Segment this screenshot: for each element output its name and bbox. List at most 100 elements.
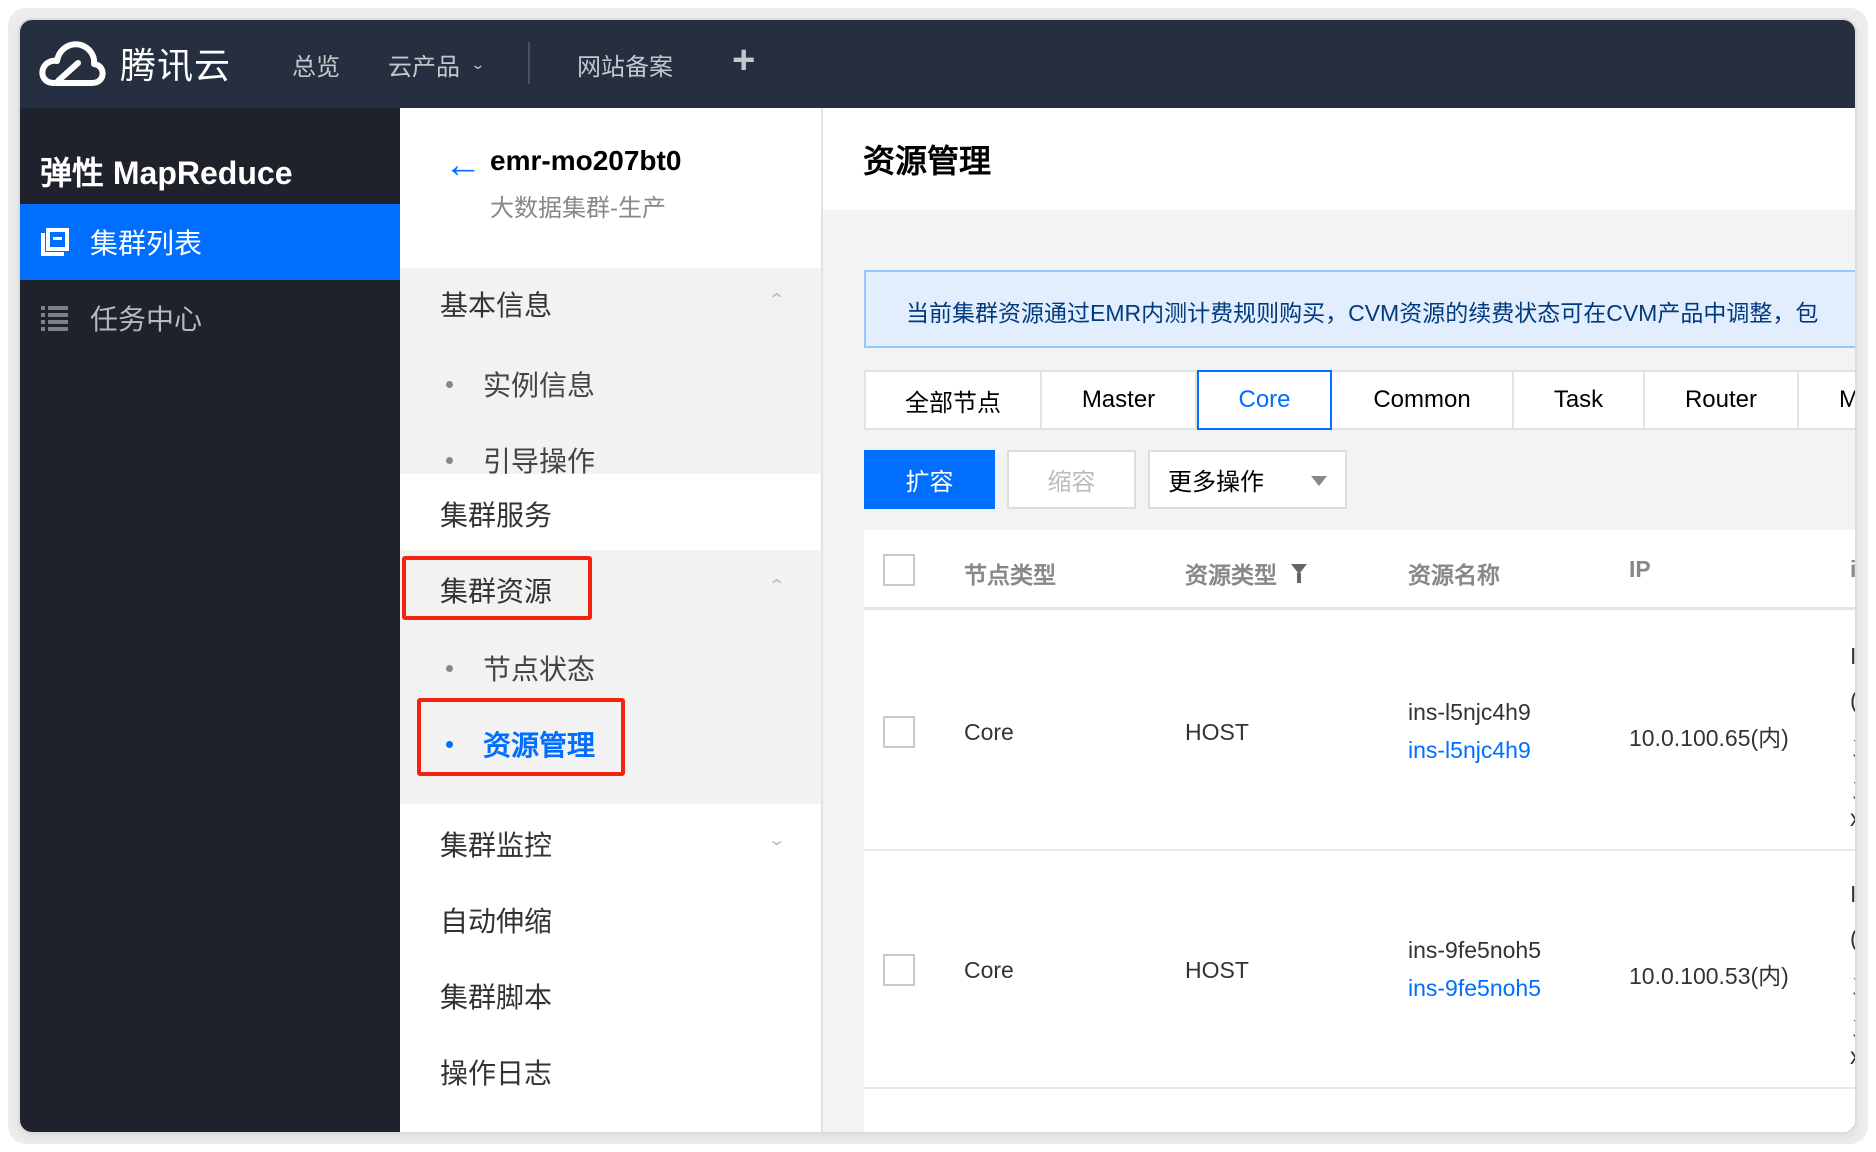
- tab-common[interactable]: Common: [1332, 370, 1514, 430]
- cluster-list-icon: [40, 227, 70, 257]
- node-type-tabs: 全部节点 Master Core Common Task Router M: [864, 370, 1855, 430]
- app-window: 腾讯云 总览 云产品 ⌄ 网站备案 + 弹性 MapReduce 集群列表 任务中…: [20, 20, 1855, 1132]
- nav-overview-label: 总览: [292, 54, 340, 81]
- cluster-id: emr-mo207bt0: [490, 145, 682, 176]
- tab-all-nodes[interactable]: 全部节点: [864, 370, 1042, 430]
- sidebar-item-label: 任务中心: [90, 304, 203, 335]
- col-label: 节点类型: [964, 562, 1056, 588]
- cluster-header: ← emr-mo207bt0 大数据集群-生产: [400, 108, 821, 268]
- group-basic-info: 基本信息 ⌃ 实例信息 引导操作: [400, 268, 821, 477]
- row-checkbox[interactable]: [883, 954, 915, 986]
- col-resource-type: 资源类型: [1185, 556, 1307, 590]
- sidebar: 弹性 MapReduce 集群列表 任务中心: [20, 108, 400, 1132]
- list-icon: [40, 303, 70, 333]
- chevron-down-icon: ⌄: [470, 56, 486, 72]
- filter-icon[interactable]: [1291, 564, 1307, 583]
- subnav-instance-info-label: 实例信息: [483, 370, 596, 401]
- subnav-basic-info[interactable]: 基本信息: [440, 284, 552, 324]
- cell-clipped: ン: [1850, 771, 1855, 805]
- cell-node-type: Core: [964, 719, 1014, 745]
- resource-link[interactable]: ins-9fe5noh5: [1408, 975, 1541, 1002]
- bullet-icon: [446, 380, 453, 388]
- cell-clipped: ン: [1850, 967, 1855, 1001]
- tab-master[interactable]: Master: [1042, 370, 1197, 430]
- table-row: Core HOST ins-l5njc4h9 ins-l5njc4h9 10.0…: [864, 613, 1855, 851]
- nav-icp-filing-label: 网站备案: [577, 54, 673, 81]
- brand-logo[interactable]: 腾讯云: [38, 37, 231, 89]
- nav-overview[interactable]: 总览: [292, 47, 340, 82]
- cell-resource-name: ins-9fe5noh5: [1408, 937, 1541, 963]
- tab-router[interactable]: Router: [1645, 370, 1799, 430]
- resource-table: 节点类型 资源类型 资源名称 IP i Core HOST ins-l5njc4…: [864, 530, 1855, 1132]
- cell-clipped: x: [1850, 805, 1855, 832]
- billing-notice: 当前集群资源通过EMR内测计费规则购买，CVM资源的续费状态可在CVM产品中调整…: [864, 270, 1855, 348]
- nav-products-label: 云产品: [388, 54, 460, 81]
- subnav-node-status-label: 节点状态: [483, 654, 596, 685]
- cell-resource-type: HOST: [1185, 719, 1249, 745]
- more-actions-label: 更多操作: [1168, 469, 1264, 496]
- subnav-cluster-services[interactable]: 集群服务: [440, 494, 552, 534]
- col-label: i: [1850, 556, 1855, 582]
- sidebar-item-task-center[interactable]: 任务中心: [20, 280, 400, 356]
- sidebar-item-cluster-list[interactable]: 集群列表: [20, 204, 400, 280]
- row-checkbox[interactable]: [883, 716, 915, 748]
- cell-ip: 10.0.100.65(内): [1629, 725, 1789, 751]
- subnav-cluster-scripts[interactable]: 集群脚本: [440, 976, 552, 1016]
- tab-label: Router: [1684, 386, 1758, 413]
- tab-label: Common: [1373, 386, 1471, 413]
- plus-icon[interactable]: +: [732, 38, 755, 83]
- subnav-node-status[interactable]: 节点状态: [446, 648, 595, 688]
- highlight-box-resource-management: [417, 698, 625, 776]
- back-arrow-icon[interactable]: ←: [444, 146, 482, 184]
- chevron-up-icon[interactable]: ⌃: [767, 290, 786, 310]
- cell-clipped: ン: [1850, 1009, 1855, 1043]
- cell-resource-type: HOST: [1185, 957, 1249, 983]
- shrink-button[interactable]: 缩容: [1007, 450, 1136, 509]
- table-row: Core HOST ins-9fe5noh5 ins-9fe5noh5 10.0…: [864, 851, 1855, 1089]
- cell-clipped: (: [1850, 925, 1855, 952]
- caret-down-icon: [1311, 476, 1327, 486]
- page-header: 资源管理: [823, 108, 1855, 210]
- chevron-down-icon[interactable]: ⌄: [767, 830, 786, 850]
- cluster-subnav: ← emr-mo207bt0 大数据集群-生产 基本信息 ⌃ 实例信息 引导操作…: [400, 108, 823, 1132]
- cell-node-type: Core: [964, 957, 1014, 983]
- main-content: 资源管理 当前集群资源通过EMR内测计费规则购买，CVM资源的续费状态可在CVM…: [823, 108, 1855, 1132]
- tab-more-clipped[interactable]: M: [1799, 370, 1855, 430]
- col-label: 资源类型: [1185, 562, 1277, 588]
- tab-core[interactable]: Core: [1197, 370, 1332, 430]
- subnav-operation-log[interactable]: 操作日志: [440, 1052, 552, 1092]
- chevron-up-icon[interactable]: ⌃: [767, 576, 786, 596]
- cell-clipped: I: [1850, 643, 1855, 669]
- subnav-auto-scaling[interactable]: 自动伸缩: [440, 900, 552, 940]
- col-ip: IP: [1629, 556, 1651, 583]
- cell-clipped: (: [1850, 687, 1855, 714]
- group-cluster-services: 集群服务: [400, 474, 821, 550]
- col-node-type: 节点类型: [964, 556, 1056, 590]
- select-all-checkbox[interactable]: [883, 554, 915, 586]
- cell-clipped: I: [1850, 881, 1855, 907]
- table-header: 节点类型 资源类型 资源名称 IP i: [864, 530, 1855, 610]
- top-nav: 腾讯云 总览 云产品 ⌄ 网站备案 +: [20, 20, 1855, 108]
- cell-resource-name: ins-l5njc4h9: [1408, 699, 1531, 725]
- tencent-cloud-icon: [39, 41, 106, 86]
- expand-button[interactable]: 扩容: [864, 450, 995, 509]
- cell-clipped: ン: [1850, 729, 1855, 763]
- cell-clipped: x: [1850, 1043, 1855, 1070]
- subnav-instance-info[interactable]: 实例信息: [446, 364, 595, 404]
- page-title: 资源管理: [863, 143, 992, 179]
- brand-name: 腾讯云: [120, 45, 232, 86]
- tab-label: Core: [1238, 386, 1291, 413]
- tab-label: 全部节点: [905, 389, 1001, 417]
- nav-icp-filing[interactable]: 网站备案: [577, 47, 673, 82]
- nav-products[interactable]: 云产品 ⌄: [388, 47, 486, 82]
- more-actions-dropdown[interactable]: 更多操作: [1148, 450, 1347, 509]
- tab-label: Task: [1553, 386, 1604, 413]
- group-other: 集群监控 ⌄ 自动伸缩 集群脚本 操作日志: [400, 804, 821, 1132]
- tab-task[interactable]: Task: [1514, 370, 1645, 430]
- subnav-cluster-monitoring[interactable]: 集群监控: [440, 824, 552, 864]
- resource-link[interactable]: ins-l5njc4h9: [1408, 737, 1531, 764]
- bullet-icon: [446, 664, 453, 672]
- group-cluster-resources: 集群资源 ⌃ 节点状态 资源管理: [400, 550, 821, 804]
- col-resource-name: 资源名称: [1408, 556, 1500, 590]
- sidebar-item-label: 集群列表: [90, 228, 203, 259]
